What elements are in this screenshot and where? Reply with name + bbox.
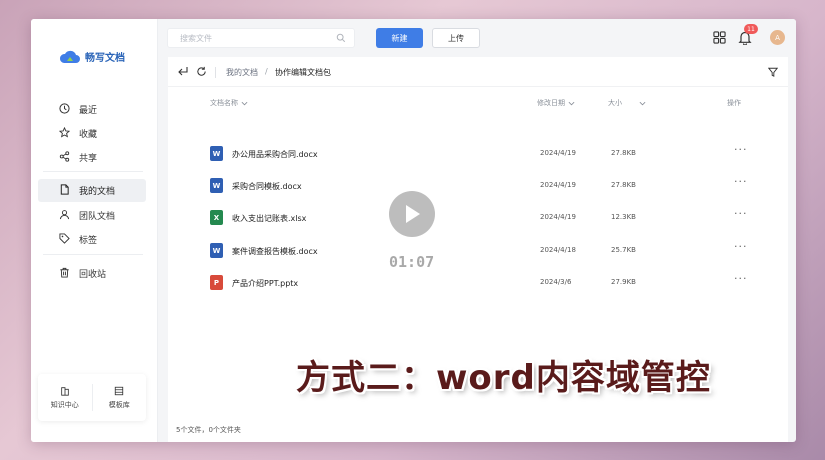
back-icon[interactable] [177,66,189,77]
file-name[interactable]: 收入支出记账表.xlsx [232,213,306,224]
star-icon [59,127,70,138]
file-size: 25.7KB [611,246,636,254]
file-date: 2024/4/18 [540,246,576,254]
table-row[interactable]: W 采购合同模板.docx 2024/4/19 27.8KB ··· [168,171,788,203]
file-date: 2024/4/19 [540,149,576,157]
column-header-size[interactable]: 大小 [608,98,646,108]
file-date: 2024/3/6 [540,278,572,286]
notification-badge: 11 [744,24,758,34]
team-icon [59,210,70,220]
logo-text: 畅写文档 [85,53,125,64]
more-actions-button[interactable]: ··· [734,207,748,220]
file-date: 2024/4/19 [540,213,576,221]
sidebar-item-label: 回收站 [79,270,107,280]
cloud-logo-icon [59,50,80,63]
sidebar-divider [43,171,143,172]
sidebar-item-label: 最近 [79,106,98,116]
chevron-down-icon [568,101,575,105]
clock-icon [59,103,70,114]
sidebar-item-team-documents[interactable]: 团队文档 [38,204,146,227]
play-icon [406,205,420,223]
more-actions-button[interactable]: ··· [734,143,748,156]
file-name[interactable]: 案件调查报告模板.docx [232,246,318,257]
file-size: 27.8KB [611,181,636,189]
excel-file-icon: X [210,210,223,225]
column-header-actions: 操作 [727,98,741,108]
table-row[interactable]: X 收入支出记账表.xlsx 2024/4/19 12.3KB ··· [168,203,788,235]
apps-grid-icon[interactable] [713,31,726,44]
breadcrumb-current: 协作编辑文档包 [275,68,331,77]
tag-icon [59,233,70,244]
topbar: 搜索文件 新建 上传 11 A [158,19,796,57]
word-file-icon: W [210,146,223,161]
template-icon [115,386,124,395]
sidebar-item-my-documents[interactable]: 我的文档 [38,179,146,202]
sidebar-item-trash[interactable]: 回收站 [38,262,146,285]
sidebar-item-label: 我的文档 [79,187,116,197]
new-button[interactable]: 新建 [376,28,423,48]
file-size: 12.3KB [611,213,636,221]
template-library-label: 模板库 [108,400,130,409]
share-icon [59,151,70,162]
search-input[interactable]: 搜索文件 [167,28,355,48]
more-actions-button[interactable]: ··· [734,272,748,285]
knowledge-center-button[interactable]: 知识中心 [38,374,92,421]
template-library-button[interactable]: 模板库 [93,374,147,421]
file-size: 27.9KB [611,278,636,286]
sidebar-item-label: 共享 [79,154,98,164]
sidebar-divider [43,254,143,255]
word-file-icon: W [210,243,223,258]
video-play-button[interactable] [389,191,435,237]
document-icon [60,184,69,195]
table-row[interactable]: W 案件调查报告模板.docx 2024/4/18 25.7KB ··· [168,236,788,268]
sidebar-bottom-card: 知识中心 模板库 [38,374,146,421]
knowledge-icon [61,386,69,396]
chevron-down-icon [241,101,248,105]
column-header-date[interactable]: 修改日期 [537,98,575,108]
sidebar-item-shared[interactable]: 共享 [38,146,146,169]
app-logo[interactable]: 畅写文档 [59,49,125,64]
sidebar: 畅写文档 最近 收藏 共享 我的文档 团队文档 标签 回收站 知识中心 模板库 [31,19,158,442]
column-actions-label: 操作 [727,99,741,107]
column-size-label: 大小 [608,99,622,107]
file-name[interactable]: 采购合同模板.docx [232,181,302,192]
word-file-icon: W [210,178,223,193]
search-icon [336,33,346,43]
sidebar-item-tags[interactable]: 标签 [38,228,146,251]
sidebar-item-recent[interactable]: 最近 [38,98,146,121]
file-count-summary: 5个文件，0个文件夹 [176,426,241,434]
chevron-down-icon [639,101,646,105]
table-row[interactable]: P 产品介绍PPT.pptx 2024/3/6 27.9KB ··· [168,268,788,300]
upload-button[interactable]: 上传 [432,28,480,48]
refresh-icon[interactable] [196,66,207,77]
more-actions-button[interactable]: ··· [734,240,748,253]
breadcrumb-bar: 我的文档 / 协作编辑文档包 [168,57,788,87]
file-date: 2024/4/19 [540,181,576,189]
file-name[interactable]: 产品介绍PPT.pptx [232,278,298,289]
column-name-label: 文档名称 [210,99,238,107]
file-name[interactable]: 办公用品采购合同.docx [232,149,318,160]
sidebar-item-label: 收藏 [79,130,98,140]
breadcrumb-root[interactable]: 我的文档 [226,67,258,78]
knowledge-center-label: 知识中心 [50,400,79,409]
more-actions-button[interactable]: ··· [734,175,748,188]
file-size: 27.8KB [611,149,636,157]
video-timer: 01:07 [389,253,435,271]
table-row[interactable]: W 办公用品采购合同.docx 2024/4/19 27.8KB ··· [168,139,788,171]
sidebar-item-label: 团队文档 [79,212,116,222]
column-header-name[interactable]: 文档名称 [210,98,248,108]
trash-icon [60,267,69,278]
breadcrumb-separator: / [265,67,268,76]
column-date-label: 修改日期 [537,99,565,107]
filter-icon[interactable] [768,67,778,77]
breadcrumb-divider [215,67,216,78]
sidebar-item-label: 标签 [79,236,98,246]
video-caption: 方式二：word内容域管控 [296,358,711,398]
search-placeholder: 搜索文件 [180,34,212,43]
sidebar-item-favorites[interactable]: 收藏 [38,122,146,145]
avatar[interactable]: A [770,30,785,45]
ppt-file-icon: P [210,275,223,290]
